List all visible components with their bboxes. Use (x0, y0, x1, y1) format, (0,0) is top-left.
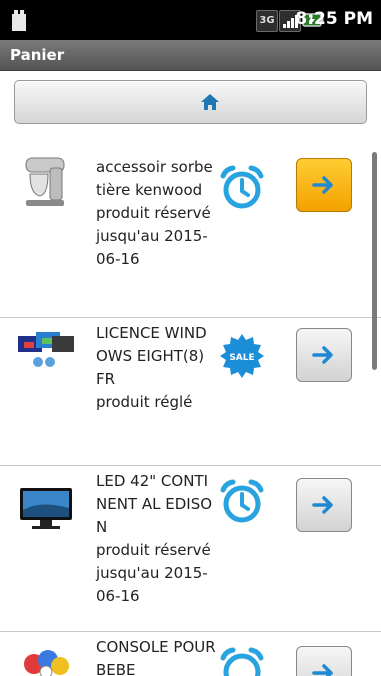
list-item: LICENCE WINDOWS EIGHT(8) FR produit régl… (0, 318, 381, 464)
item-name: LED 42" CONTINENT AL EDISON (96, 472, 213, 536)
arrow-right-icon (312, 176, 333, 194)
view-item-button[interactable] (296, 328, 352, 382)
item-name: accessoir sorbetière kenwood (96, 158, 213, 199)
arrow-right-icon (312, 496, 333, 514)
alarm-clock-icon (220, 165, 264, 209)
item-name: CONSOLE POUR BEBE (96, 638, 216, 676)
kitchen-mixer-image (25, 157, 65, 206)
item-status: produit réservé jusqu'au 2015-06-16 (96, 541, 211, 605)
sale-badge-icon: SALE (220, 334, 264, 378)
item-text: CONSOLE POUR BEBE (96, 636, 216, 676)
network-type-icon: 3G (256, 10, 278, 32)
alarm-clock-icon (220, 647, 264, 676)
home-icon (201, 94, 219, 110)
tv-image (20, 488, 72, 529)
list-item: LED 42" CONTINENT AL EDISON produit rése… (0, 466, 381, 630)
item-name: LICENCE WINDOWS EIGHT(8) FR (96, 324, 207, 388)
item-status: produit réglé (96, 393, 193, 411)
view-item-button[interactable] (296, 646, 352, 676)
baby-console-image (24, 650, 69, 676)
software-box-image (18, 332, 74, 367)
list-item: accessoir sorbetière kenwood produit rés… (0, 146, 381, 316)
item-text: LICENCE WINDOWS EIGHT(8) FR produit régl… (96, 322, 216, 414)
view-item-button[interactable] (296, 158, 352, 212)
cart-list[interactable]: accessoir sorbetière kenwood produit rés… (0, 146, 381, 676)
arrow-right-icon (312, 664, 333, 676)
sd-card-icon (12, 10, 26, 31)
item-text: LED 42" CONTINENT AL EDISON produit rése… (96, 470, 216, 608)
view-item-button[interactable] (296, 478, 352, 532)
item-text: accessoir sorbetière kenwood produit rés… (96, 156, 216, 271)
home-area (0, 71, 381, 131)
alarm-clock-icon (220, 479, 264, 523)
status-bar: 3G 8:25 PM (0, 0, 381, 40)
list-item: CONSOLE POUR BEBE (0, 632, 381, 676)
page-title: Panier (10, 46, 65, 64)
clock: 8:25 PM (295, 9, 373, 29)
title-bar: Panier (0, 40, 381, 71)
item-status: produit réservé jusqu'au 2015-06-16 (96, 204, 211, 268)
sale-badge-text: SALE (229, 353, 254, 363)
arrow-right-icon (312, 346, 333, 364)
scrollbar[interactable] (372, 152, 377, 370)
home-button[interactable] (14, 80, 367, 124)
